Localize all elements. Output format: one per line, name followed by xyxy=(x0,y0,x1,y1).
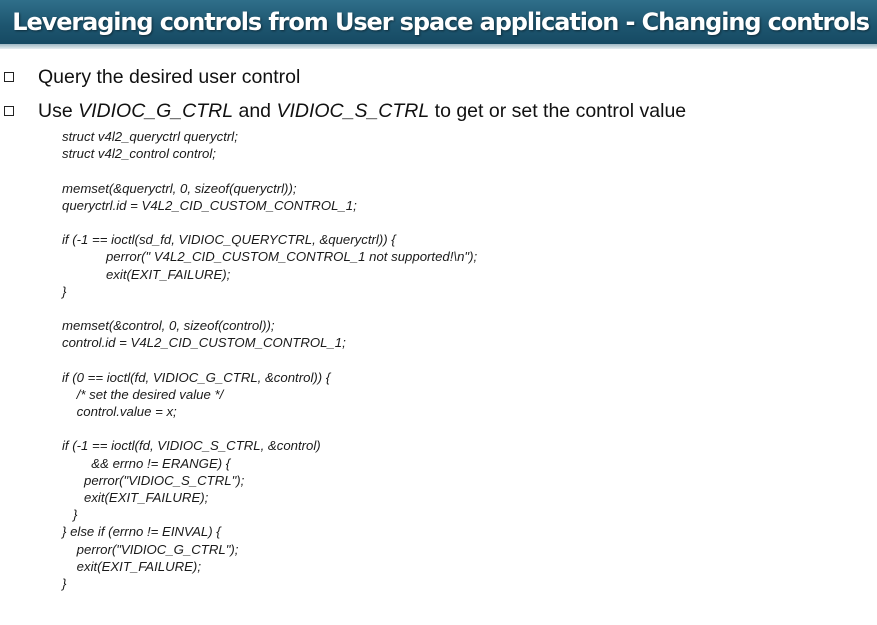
code-line: if (-1 == ioctl(fd, VIDIOC_S_CTRL, &cont… xyxy=(62,438,321,454)
bullet-text: Use VIDIOC_G_CTRL and VIDIOC_S_CTRL to g… xyxy=(38,100,686,123)
code-line: } else if (errno != EINVAL) { xyxy=(62,524,221,540)
slide: Leveraging controls from User space appl… xyxy=(0,0,877,625)
code-line: && errno != ERANGE) { xyxy=(62,455,231,471)
code-line: perror("VIDIOC_S_CTRL"); xyxy=(62,472,245,488)
bullet-text-part: to get or set the control value xyxy=(429,99,687,122)
code-line: exit(EXIT_FAILURE); xyxy=(62,489,209,505)
slide-title: Leveraging controls from User space appl… xyxy=(12,8,870,36)
bullet-item: Use VIDIOC_G_CTRL and VIDIOC_S_CTRL to g… xyxy=(0,94,877,128)
code-line: memset(&control, 0, sizeof(control)); xyxy=(62,318,275,334)
code-line: control.id = V4L2_CID_CUSTOM_CONTROL_1; xyxy=(62,335,346,351)
title-bar: Leveraging controls from User space appl… xyxy=(0,0,877,49)
bullet-item: Query the desired user control xyxy=(0,60,877,94)
bullet-code-term: VIDIOC_G_CTRL xyxy=(78,99,234,122)
code-line: if (-1 == ioctl(sd_fd, VIDIOC_QUERYCTRL,… xyxy=(62,232,396,248)
bullet-code-term: VIDIOC_S_CTRL xyxy=(276,99,430,122)
code-line: exit(EXIT_FAILURE); xyxy=(62,266,231,282)
code-line: } xyxy=(62,283,67,299)
code-line: perror(" V4L2_CID_CUSTOM_CONTROL_1 not s… xyxy=(62,249,478,265)
code-line: if (0 == ioctl(fd, VIDIOC_G_CTRL, &contr… xyxy=(62,369,331,385)
code-block: struct v4l2_queryctrl queryctrl; struct v… xyxy=(62,128,477,592)
code-line: perror("VIDIOC_G_CTRL"); xyxy=(62,541,239,557)
code-line: control.value = x; xyxy=(62,404,177,419)
code-line: /* set the desired value */ xyxy=(62,386,224,402)
code-line: } xyxy=(62,507,78,523)
code-line: memset(&queryctrl, 0, sizeof(queryctrl))… xyxy=(62,180,297,196)
code-line: struct v4l2_queryctrl queryctrl; xyxy=(62,129,238,144)
bullet-text-part: Use xyxy=(38,99,79,122)
square-bullet-icon xyxy=(4,72,14,82)
bullet-list: Query the desired user control Use VIDIO… xyxy=(0,60,877,128)
square-bullet-icon xyxy=(4,106,14,116)
code-line: queryctrl.id = V4L2_CID_CUSTOM_CONTROL_1… xyxy=(62,197,357,213)
code-line: exit(EXIT_FAILURE); xyxy=(62,558,201,574)
bullet-text: Query the desired user control xyxy=(38,65,301,88)
bullet-text-part: and xyxy=(233,99,277,122)
code-line: struct v4l2_control control; xyxy=(62,146,216,162)
code-line: } xyxy=(62,575,67,591)
